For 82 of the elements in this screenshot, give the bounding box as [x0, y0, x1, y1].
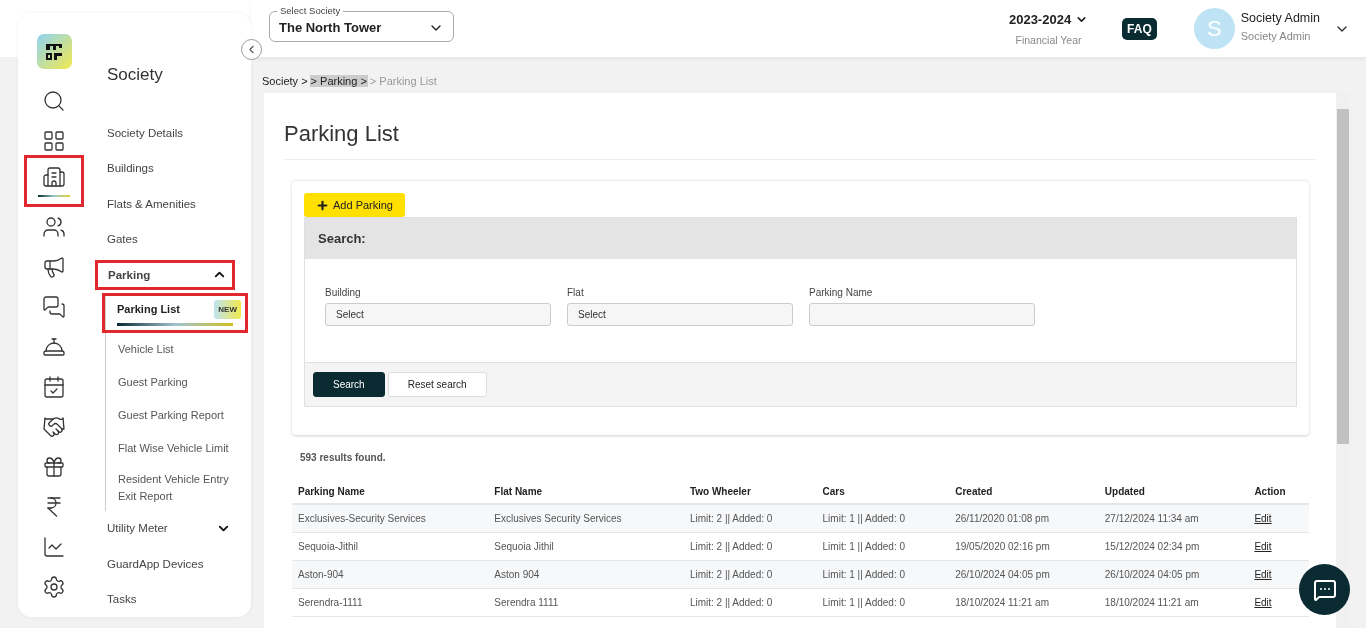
table-cell: Limit: 2 || Added: 0 [683, 560, 817, 589]
chat-icon [1312, 577, 1337, 602]
table-cell: 26/10/2024 04:05 pm [1098, 560, 1249, 589]
sidebar-subitem[interactable]: Resident Vehicle Entry Exit Report [106, 464, 238, 511]
user-name: Society Admin [1240, 11, 1320, 25]
chat-bubbles-icon [42, 295, 66, 319]
new-badge: NEW [214, 299, 241, 319]
sidebar-subitem[interactable]: Guest Parking Report [106, 398, 238, 432]
building-icon [42, 165, 66, 189]
table-cell: Serendra 1111 [488, 588, 684, 617]
filter-field[interactable]: Select [325, 303, 551, 326]
table-cell: Aston 904 [488, 560, 684, 589]
table-cell: Limit: 1 || Added: 0 [816, 504, 950, 533]
edit-link[interactable]: Edit [1254, 541, 1272, 552]
table-cell: 18/10/2024 11:21 am [949, 588, 1099, 617]
sidebar-item[interactable]: Flats & Amenities [107, 185, 233, 222]
sidebar-item[interactable]: GuardApp Devices [107, 546, 233, 582]
sidebar-subitem[interactable]: Guest Parking [106, 365, 238, 399]
sidebar-subitem[interactable]: Flat Wise Vehicle Limit [106, 431, 238, 465]
table-cell: Exclusives-Security Services [292, 504, 489, 533]
user-role: Society Admin [1240, 30, 1312, 42]
sidebar-item[interactable]: Buildings [107, 150, 233, 186]
results-count: 593 results found. [300, 452, 387, 463]
sidebar-item[interactable]: Gates [107, 221, 233, 257]
calendar-icon [42, 375, 66, 399]
filter-field[interactable] [809, 303, 1035, 326]
edit-link[interactable]: Edit [1254, 597, 1272, 608]
table-cell: Limit: 1 || Added: 0 [816, 560, 950, 589]
sidebar-item[interactable]: Utility Meter [107, 510, 233, 547]
society-select[interactable]: Select Society The North Tower [269, 4, 454, 42]
handshake-icon [42, 415, 66, 439]
table-cell: Exclusives Security Services [488, 504, 684, 533]
table-cell: Aston-904 [292, 560, 489, 589]
people-group-icon [42, 215, 66, 239]
settings-icon [42, 575, 66, 599]
user-avatar: S [1193, 8, 1235, 49]
select-society-label: Select Society [277, 5, 344, 17]
nav-rail-button[interactable] [24, 155, 84, 207]
table-cell: Sequoia Jithil [488, 532, 684, 561]
search-header: Search: [305, 218, 1296, 259]
app-logo[interactable] [36, 34, 72, 69]
table-cell: 15/12/2024 02:34 pm [1098, 532, 1249, 561]
table-cell: 18/10/2024 11:21 am [1098, 588, 1249, 617]
sidebar-subitem[interactable]: Parking List NEW [102, 292, 248, 333]
reception-desk-icon [42, 335, 66, 359]
table-cell: 27/12/2024 11:34 am [1098, 504, 1249, 533]
search-button[interactable]: Search [313, 372, 385, 397]
sidebar-item[interactable]: Society Details [107, 115, 233, 151]
dashboard-grid-icon [42, 129, 66, 153]
sidebar-item[interactable]: Parking [95, 259, 235, 290]
table-cell: Sequoia-Jithil [292, 532, 489, 561]
table-cell: 26/10/2024 04:05 pm [949, 560, 1099, 589]
sidebar-item[interactable]: Tasks [107, 581, 233, 618]
table-cell: Limit: 2 || Added: 0 [683, 532, 817, 561]
financial-year-dropdown[interactable]: 2023-2024 [1008, 11, 1089, 27]
page-title: Parking List [284, 121, 1316, 160]
sidebar-title: Society [107, 65, 164, 85]
field-label: Building [325, 287, 362, 298]
field-label: Flat [567, 287, 585, 298]
table-cell: Limit: 2 || Added: 0 [683, 504, 817, 533]
field-label: Parking Name [809, 287, 874, 298]
breadcrumb-link[interactable]: Society > [260, 75, 310, 87]
table-cell: Limit: 1 || Added: 0 [816, 532, 950, 561]
edit-link[interactable]: Edit [1254, 513, 1272, 524]
add-parking-button[interactable]: Add Parking [304, 193, 405, 217]
reset-search-button[interactable]: Reset search [387, 372, 487, 397]
financial-year-caption: Financial Year [1015, 33, 1082, 46]
breadcrumb-link[interactable]: > Parking > [309, 75, 368, 87]
megaphone-icon [42, 255, 66, 279]
table-cell: Limit: 2 || Added: 0 [683, 588, 817, 617]
faq-button[interactable]: FAQ [1122, 17, 1157, 40]
logo-mark-icon [44, 41, 64, 62]
table-cell: Serendra-1111 [292, 588, 489, 617]
sidebar-subitem[interactable]: Vehicle List [106, 332, 238, 366]
filter-field[interactable]: Select [567, 303, 793, 326]
scrollbar-thumb[interactable] [1337, 109, 1349, 444]
table-cell: Limit: 1 || Added: 0 [816, 588, 950, 617]
search-icon [42, 89, 66, 113]
table-cell: 26/11/2020 01:08 pm [949, 504, 1099, 533]
plus-icon [316, 198, 329, 212]
edit-link[interactable]: Edit [1254, 569, 1272, 580]
table-cell: 19/05/2020 02:16 pm [949, 532, 1099, 561]
